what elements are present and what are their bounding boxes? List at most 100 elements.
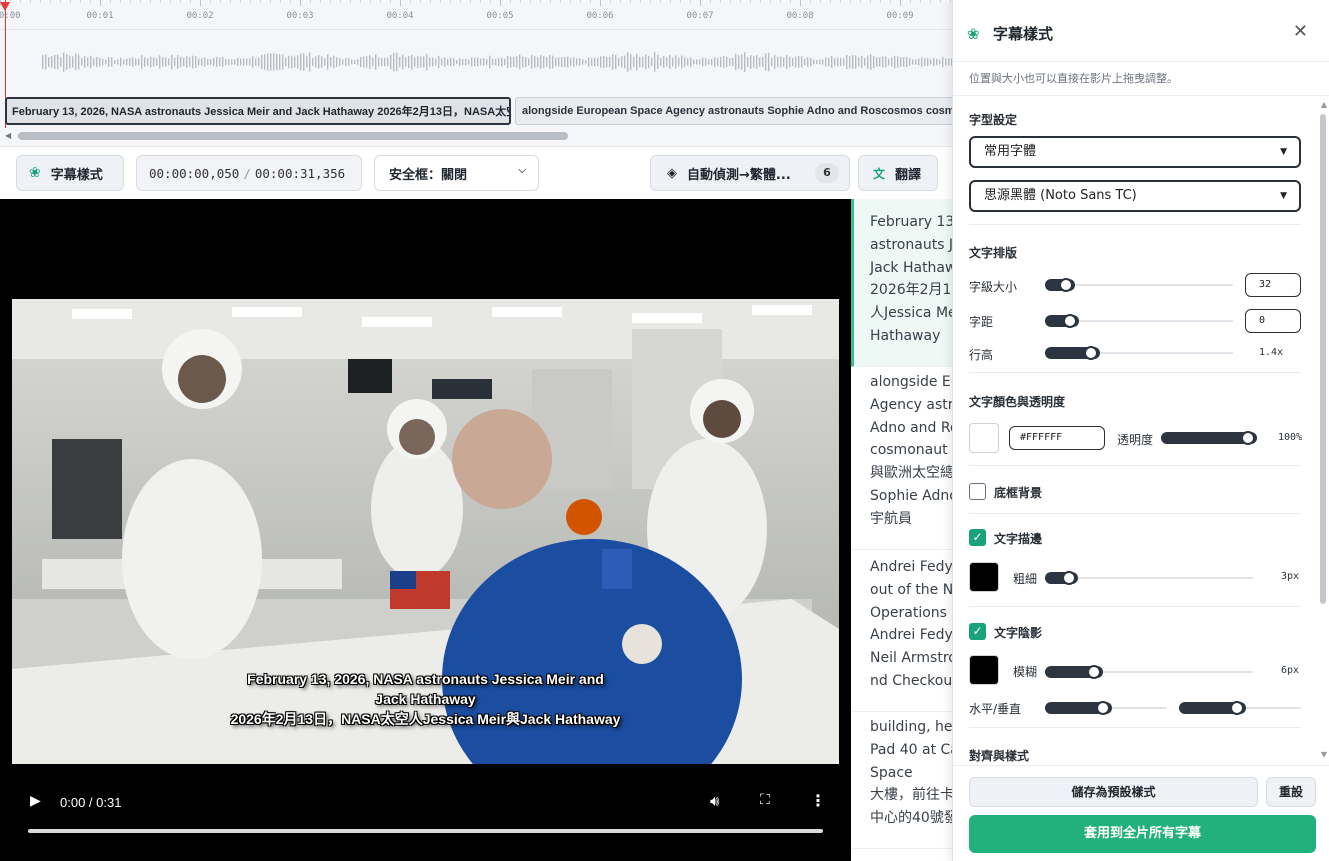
slider-knob[interactable]	[1062, 314, 1077, 328]
waveform-bar	[633, 57, 635, 67]
video-progress-bar[interactable]	[28, 829, 823, 833]
timeline[interactable]: 00:00 00:01 00:02 00:03 00:04 00:05 00:06 00:07…	[0, 0, 952, 146]
playhead-handle[interactable]	[0, 2, 10, 11]
scroll-up-arrow-icon[interactable]: ▲	[1321, 100, 1327, 109]
waveform-bar	[627, 52, 629, 72]
slider-knob[interactable]	[1059, 278, 1074, 292]
offset-horizontal-slider[interactable]	[1045, 701, 1167, 715]
volume-icon[interactable]: 🔊︎	[710, 792, 719, 810]
letter-spacing-slider[interactable]	[1045, 314, 1233, 328]
waveform-bar	[780, 56, 782, 68]
slider-knob[interactable]	[1083, 346, 1098, 360]
apply-to-all-button[interactable]: 套用到全片所有字幕	[969, 815, 1316, 853]
waveform-bar	[258, 57, 260, 67]
waveform-bar	[603, 55, 605, 69]
text-color-swatch[interactable]	[969, 423, 999, 453]
more-options-icon[interactable]: ⋮	[810, 791, 826, 810]
font-size-input[interactable]: 32	[1245, 273, 1301, 297]
waveform-bar	[900, 57, 902, 67]
subtitle-list-line: building, hea	[870, 719, 952, 735]
ruler-minor-tick	[540, 0, 541, 3]
waveform-bar	[306, 56, 308, 68]
offset-vertical-slider[interactable]	[1179, 701, 1301, 715]
waveform-bar	[156, 58, 158, 66]
waveform-bar	[219, 57, 221, 67]
ruler-minor-tick	[830, 0, 831, 3]
ruler-minor-tick	[180, 0, 181, 3]
waveform-bar	[570, 58, 572, 66]
waveform-bar	[606, 56, 608, 68]
subtitle-list-item[interactable]: February 13, astronauts Je Jack Hathaw 2026…	[851, 199, 952, 367]
blur-slider[interactable]	[1045, 665, 1253, 679]
slider-knob[interactable]	[1096, 701, 1111, 715]
panel-body: 字型設定 常用字體 ▼ 思源黑體 (Noto Sans TC) ▼ 文字排版 字…	[953, 95, 1329, 765]
slider-knob[interactable]	[1230, 701, 1245, 715]
waveform-bar	[459, 57, 461, 67]
safe-frame-select[interactable]: 安全框：關閉 ⌵	[374, 155, 539, 191]
panel-scrollbar[interactable]	[1320, 114, 1326, 604]
font-size-slider[interactable]	[1045, 278, 1233, 292]
line-height-slider[interactable]	[1045, 346, 1233, 360]
translate-icon: 文	[873, 166, 886, 181]
shadow-checkbox[interactable]: ✓	[969, 623, 986, 640]
video-subtitle-overlay[interactable]: February 13, 2026, NASA astronauts Jessi…	[0, 669, 851, 729]
overlay-line: 2026年2月13日，NASA太空人Jessica Meir與Jack Hath…	[230, 711, 621, 727]
stroke-color-swatch[interactable]	[969, 562, 999, 592]
scroll-down-arrow-icon[interactable]: ▼	[1321, 750, 1327, 759]
ruler-minor-tick	[950, 0, 951, 3]
waveform-bar	[420, 56, 422, 68]
waveform-bar	[909, 58, 911, 66]
stroke-checkbox[interactable]: ✓	[969, 529, 986, 546]
subtitle-list-item[interactable]: alongside Eu Agency astro Adno and Ro cosmo…	[851, 371, 952, 550]
ruler-minor-tick	[80, 0, 81, 3]
slider-knob[interactable]	[1241, 431, 1255, 445]
waveform-bar	[774, 55, 776, 69]
waveform-bar	[705, 58, 707, 66]
close-icon[interactable]: ✕	[1293, 21, 1308, 42]
font-family-select[interactable]: 思源黑體 (Noto Sans TC) ▼	[969, 180, 1301, 212]
stroke-width-slider[interactable]	[1045, 571, 1253, 585]
timeline-subtitle-block[interactable]: February 13, 2026, NASA astronauts Jessi…	[5, 97, 511, 125]
waveform-bar	[246, 58, 248, 66]
letter-spacing-input[interactable]: 0	[1245, 309, 1301, 333]
subtitle-list-item[interactable]: Andrei Fedya out of the Ne Operations a And…	[851, 556, 952, 712]
waveform-bar	[804, 58, 806, 66]
waveform-bar	[777, 56, 779, 68]
subtitle-list: February 13, astronauts Je Jack Hathaw 2026…	[851, 199, 952, 861]
play-icon[interactable]: ▶	[30, 793, 41, 809]
ruler-minor-tick	[680, 0, 681, 3]
waveform-bar	[279, 54, 281, 70]
waveform-bar	[102, 58, 104, 66]
background-box-checkbox[interactable]	[969, 483, 986, 500]
subtitle-style-button[interactable]: ❀ 字幕樣式	[16, 155, 124, 191]
ruler-minor-tick	[160, 0, 161, 3]
waveform-bar	[738, 55, 740, 69]
auto-detect-button[interactable]: ◈ 自動偵測→繁體... 6	[650, 155, 850, 191]
waveform-bar	[678, 57, 680, 67]
subtitle-list-line: Neil Armstro	[870, 650, 952, 667]
scroll-left-arrow-icon[interactable]: ◀	[5, 131, 11, 140]
waveform-bar	[153, 57, 155, 67]
waveform-bar	[732, 57, 734, 67]
ruler-minor-tick	[810, 0, 811, 3]
ruler-minor-tick	[460, 0, 461, 3]
ruler-tick-label: 00:00	[0, 11, 21, 21]
text-color-hex-input[interactable]: #FFFFFF	[1009, 426, 1105, 450]
save-preset-button[interactable]: 儲存為預設樣式	[969, 777, 1258, 807]
waveform-bar	[675, 55, 677, 69]
fullscreen-icon[interactable]: ⛶	[760, 792, 770, 808]
font-category-select[interactable]: 常用字體 ▼	[969, 136, 1301, 168]
waveform-bar	[417, 55, 419, 69]
translate-button[interactable]: 文 翻譯	[858, 155, 938, 191]
opacity-slider[interactable]	[1161, 431, 1257, 445]
shadow-color-swatch[interactable]	[969, 655, 999, 685]
ruler-minor-tick	[870, 0, 871, 3]
subtitle-list-item[interactable]: building, hea Pad 40 at Ca Space 大樓，前往卡 中心的4…	[851, 716, 952, 849]
waveform-bar	[462, 59, 464, 65]
reset-button[interactable]: 重設	[1266, 777, 1316, 807]
timeline-scrollbar[interactable]	[18, 132, 568, 140]
waveform-bar	[393, 52, 395, 72]
ruler-minor-tick	[570, 0, 571, 3]
timeline-subtitle-block[interactable]: alongside European Space Agency astronau…	[515, 97, 952, 125]
video-player[interactable]: February 13, 2026, NASA astronauts Jessi…	[0, 199, 851, 861]
